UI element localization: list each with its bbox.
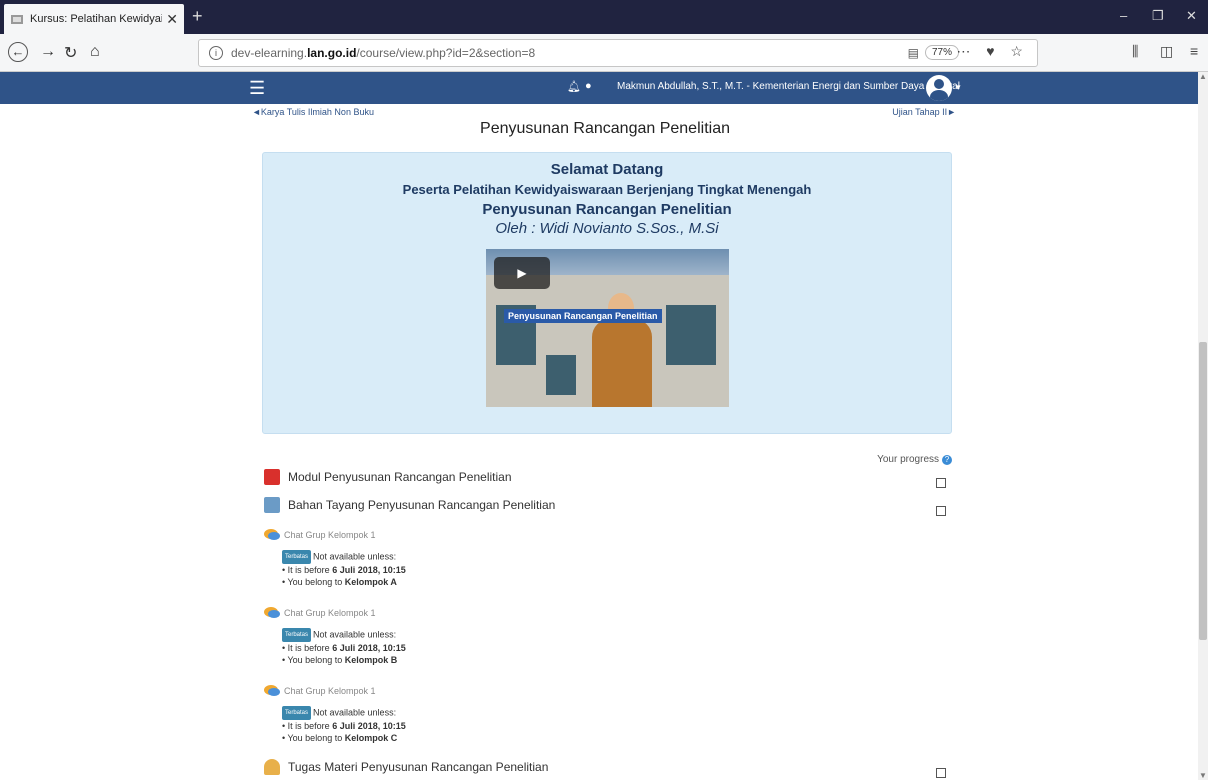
welcome-topic: Penyusunan Rancangan Penelitian: [482, 201, 732, 218]
forward-icon[interactable]: →: [40, 43, 56, 61]
menu-icon[interactable]: ≡: [1190, 43, 1198, 59]
completion-checkbox[interactable]: [936, 506, 946, 516]
page-scrollbar[interactable]: ▲ ▼: [1198, 72, 1208, 780]
course-section-content: ◄Karya Tulis Ilmiah Non Buku Ujian Tahap…: [240, 104, 970, 780]
url-path: /course/view.php?id=2&section=8: [356, 46, 536, 60]
restriction-date-prefix: • It is before: [282, 565, 333, 575]
reload-icon[interactable]: ↻: [64, 43, 77, 63]
welcome-panel: Selamat Datang Peserta Pelatihan Kewidya…: [262, 152, 952, 434]
restriction-date-prefix: • It is before: [282, 643, 333, 653]
progress-label: Your progress: [877, 454, 939, 465]
scrollbar-thumb[interactable]: [1199, 342, 1207, 640]
browser-nav-bar: ← → ↻ ⌂ i dev-elearning. lan.go.id/course…: [0, 34, 1208, 72]
scroll-down-icon[interactable]: ▼: [1199, 771, 1207, 780]
chat-activity: Chat Grup Kelompok 1: [264, 684, 376, 698]
restriction-group-prefix: • You belong to: [282, 577, 345, 587]
restriction-date: 6 Juli 2018, 10:15: [332, 565, 406, 575]
prev-section-link[interactable]: ◄Karya Tulis Ilmiah Non Buku: [252, 107, 374, 117]
url-domain: lan.go.id: [307, 46, 357, 60]
activity-label[interactable]: Modul Penyusunan Rancangan Penelitian: [288, 470, 512, 484]
site-favicon-icon: [10, 12, 24, 26]
hamburger-menu-icon[interactable]: ☰: [249, 78, 265, 99]
help-icon[interactable]: ?: [942, 455, 952, 465]
activity-tugas[interactable]: Tugas Materi Penyusunan Rancangan Peneli…: [264, 759, 548, 775]
welcome-author: Oleh : Widi Novianto S.Sos., M.Si: [495, 220, 719, 237]
url-prefix: dev-elearning.: [231, 46, 308, 60]
messages-icon[interactable]: ●: [585, 80, 592, 92]
welcome-heading: Selamat Datang: [550, 161, 664, 178]
activity-label[interactable]: Tugas Materi Penyusunan Rancangan Peneli…: [288, 760, 548, 774]
chat-icon: [264, 528, 280, 542]
video-title-label: Penyusunan Rancangan Penelitian: [504, 309, 662, 323]
browser-tab-bar: Kursus: Pelatihan Kewidyaiswar ✕ + – ❐ ✕: [0, 0, 1208, 34]
chat-activity: Chat Grup Kelompok 1: [264, 528, 376, 542]
restriction-date: 6 Juli 2018, 10:15: [332, 643, 406, 653]
restriction-group: Kelompok B: [344, 655, 398, 665]
video-player[interactable]: Penyusunan Rancangan Penelitian ▶: [486, 249, 729, 407]
back-icon[interactable]: ←: [8, 42, 28, 62]
chat-icon: [264, 684, 280, 698]
user-name[interactable]: Makmun Abdullah, S.T., M.T. - Kementeria…: [617, 81, 960, 92]
pdf-icon: [264, 469, 280, 485]
restriction-info: Terbatas Not available unless: • It is be…: [282, 550, 406, 588]
presenter-body: [592, 319, 652, 407]
reader-view-icon[interactable]: ▤: [908, 46, 919, 60]
close-tab-icon[interactable]: ✕: [166, 11, 178, 28]
sidebar-icon[interactable]: ◫: [1160, 43, 1173, 60]
video-presenter: [586, 285, 656, 407]
site-header: ☰ 🔔︎ ● Makmun Abdullah, S.T., M.T. - Kem…: [0, 72, 1198, 104]
activity-modul[interactable]: Modul Penyusunan Rancangan Penelitian: [264, 469, 512, 485]
restriction-group: Kelompok A: [344, 577, 397, 587]
page-actions-icon[interactable]: ⋯ ♥ ☆: [956, 43, 1029, 60]
assignment-icon: [264, 759, 280, 775]
chat-label: Chat Grup Kelompok 1: [284, 530, 376, 540]
chat-activity: Chat Grup Kelompok 1: [264, 606, 376, 620]
restriction-group: Kelompok C: [344, 733, 398, 743]
minimize-icon[interactable]: –: [1120, 8, 1127, 23]
url-bar[interactable]: i dev-elearning. lan.go.id/course/view.ph…: [198, 39, 1038, 67]
library-icon[interactable]: ⫼: [1132, 43, 1138, 60]
restore-icon[interactable]: ❐: [1152, 8, 1164, 24]
info-icon[interactable]: i: [209, 46, 223, 60]
restriction-group-prefix: • You belong to: [282, 733, 345, 743]
chat-label: Chat Grup Kelompok 1: [284, 608, 376, 618]
restriction-text: Not available unless:: [313, 551, 397, 562]
chat-label: Chat Grup Kelompok 1: [284, 686, 376, 696]
user-avatar-icon[interactable]: [926, 75, 952, 101]
restriction-info: Terbatas Not available unless: • It is be…: [282, 706, 406, 744]
file-icon: [264, 497, 280, 513]
new-tab-icon[interactable]: +: [192, 6, 203, 27]
building-window: [546, 355, 576, 395]
tab-title: Kursus: Pelatihan Kewidyaiswar: [30, 13, 162, 25]
restriction-info: Terbatas Not available unless: • It is be…: [282, 628, 406, 666]
notification-bell-icon[interactable]: 🔔︎: [567, 80, 581, 93]
restriction-text: Not available unless:: [313, 629, 397, 640]
restriction-group-prefix: • You belong to: [282, 655, 345, 665]
activity-bahan-tayang[interactable]: Bahan Tayang Penyusunan Rancangan Peneli…: [264, 497, 555, 513]
restricted-badge: Terbatas: [282, 706, 312, 720]
home-icon[interactable]: ⌂: [90, 43, 100, 61]
next-section-link[interactable]: Ujian Tahap II►: [892, 107, 956, 117]
user-menu-caret-icon[interactable]: ▾: [956, 82, 961, 93]
chat-icon: [264, 606, 280, 620]
restriction-date-prefix: • It is before: [282, 721, 333, 731]
restriction-text: Not available unless:: [313, 707, 397, 718]
building-window: [666, 305, 716, 365]
restricted-badge: Terbatas: [282, 550, 312, 564]
browser-tab[interactable]: Kursus: Pelatihan Kewidyaiswar ✕: [4, 4, 184, 34]
activity-label[interactable]: Bahan Tayang Penyusunan Rancangan Peneli…: [288, 498, 555, 512]
play-icon: ▶: [517, 266, 527, 280]
scroll-up-icon[interactable]: ▲: [1199, 72, 1207, 81]
welcome-participants: Peserta Pelatihan Kewidyaiswaraan Berjen…: [402, 182, 812, 197]
progress-header: Your progress?: [877, 454, 952, 465]
zoom-level[interactable]: 77%: [924, 45, 959, 60]
restriction-date: 6 Juli 2018, 10:15: [332, 721, 406, 731]
close-window-icon[interactable]: ✕: [1186, 8, 1197, 24]
section-title: Penyusunan Rancangan Penelitian: [480, 120, 730, 137]
completion-checkbox[interactable]: [936, 478, 946, 488]
completion-checkbox[interactable]: [936, 768, 946, 778]
play-button[interactable]: ▶: [494, 257, 550, 289]
restricted-badge: Terbatas: [282, 628, 312, 642]
